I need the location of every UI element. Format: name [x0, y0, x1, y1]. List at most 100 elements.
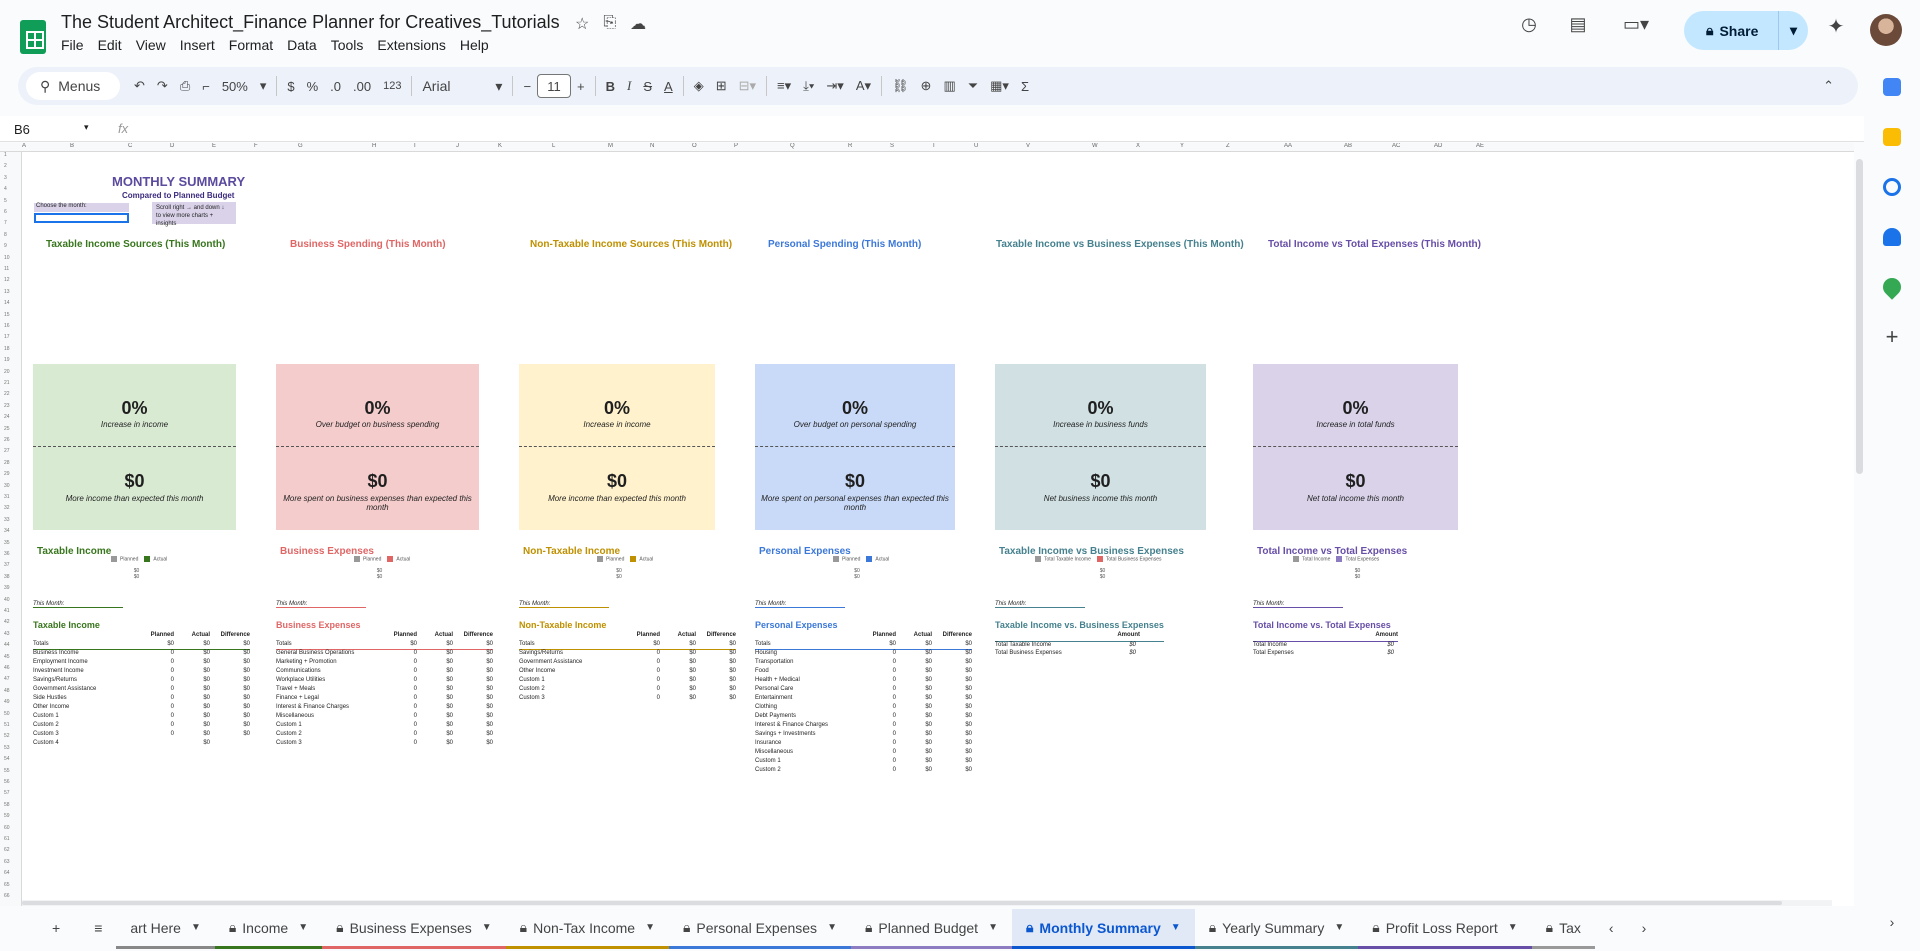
- row-header[interactable]: 47: [4, 676, 10, 682]
- row-header[interactable]: 10: [4, 255, 10, 261]
- move-folder-icon[interactable]: ⎘: [603, 14, 616, 34]
- row-header[interactable]: 64: [4, 870, 10, 876]
- add-sheet-icon[interactable]: +: [0, 909, 80, 949]
- sheet-tab[interactable]: 🔒︎ Personal Expenses ▼: [668, 909, 851, 949]
- paint-format-icon[interactable]: ⌐: [196, 67, 216, 105]
- column-header[interactable]: S: [890, 143, 894, 149]
- menu-view[interactable]: View: [129, 37, 173, 53]
- chevron-down-icon[interactable]: ▼: [1171, 922, 1181, 933]
- row-header[interactable]: 60: [4, 825, 10, 831]
- share-dropdown-icon[interactable]: ▾: [1779, 22, 1808, 39]
- row-header[interactable]: 19: [4, 357, 10, 363]
- spreadsheet-grid[interactable]: A B C D E F G H I J K L M N O P Q R S T U V W X Y Z AA AB AC AD AE 123…: [0, 143, 1854, 906]
- expand-panel-icon[interactable]: ›: [1883, 914, 1901, 932]
- font-size-input[interactable]: 11: [537, 74, 572, 98]
- all-sheets-icon[interactable]: ≡: [80, 909, 116, 949]
- calendar-icon[interactable]: [1883, 78, 1901, 96]
- more-formats-button[interactable]: 123: [377, 67, 407, 105]
- row-header[interactable]: 36: [4, 551, 10, 557]
- row-header[interactable]: 31: [4, 494, 10, 500]
- sheet-tab[interactable]: 🔒︎ Monthly Summary ▼: [1011, 909, 1195, 949]
- row-header[interactable]: 50: [4, 711, 10, 717]
- row-header[interactable]: 2: [4, 163, 7, 169]
- row-header[interactable]: 18: [4, 346, 10, 352]
- column-header[interactable]: AE: [1476, 143, 1484, 149]
- row-header[interactable]: 16: [4, 323, 10, 329]
- row-header[interactable]: 38: [4, 574, 10, 580]
- functions-button[interactable]: Σ: [1015, 67, 1035, 105]
- row-header[interactable]: 21: [4, 380, 10, 386]
- sheets-logo-icon[interactable]: [20, 20, 46, 54]
- row-header[interactable]: 63: [4, 859, 10, 865]
- row-header[interactable]: 25: [4, 426, 10, 432]
- row-header[interactable]: 53: [4, 745, 10, 751]
- row-header[interactable]: 7: [4, 220, 7, 226]
- share-button[interactable]: 🔒︎ Share ▾: [1684, 11, 1808, 50]
- column-header[interactable]: C: [128, 143, 132, 149]
- sheet-tab[interactable]: 🔒︎ Tax: [1531, 909, 1595, 949]
- zoom-select[interactable]: 50% ▾: [216, 67, 273, 105]
- row-header[interactable]: 61: [4, 836, 10, 842]
- column-header[interactable]: Y: [1180, 143, 1184, 149]
- row-header[interactable]: 4: [4, 186, 7, 192]
- column-header[interactable]: W: [1092, 143, 1098, 149]
- gemini-icon[interactable]: ✦: [1822, 14, 1850, 39]
- row-header[interactable]: 55: [4, 768, 10, 774]
- decrease-decimal-button[interactable]: .0: [324, 67, 347, 105]
- vertical-scrollbar[interactable]: [1855, 143, 1864, 906]
- row-header[interactable]: 30: [4, 483, 10, 489]
- row-header[interactable]: 13: [4, 289, 10, 295]
- menu-extensions[interactable]: Extensions: [370, 37, 452, 53]
- contacts-icon[interactable]: [1883, 228, 1901, 246]
- tabs-scroll-left-icon[interactable]: ‹: [1595, 909, 1628, 949]
- row-header[interactable]: 52: [4, 733, 10, 739]
- chevron-down-icon[interactable]: ▼: [1334, 922, 1344, 933]
- meet-icon[interactable]: ▭▾: [1614, 14, 1658, 35]
- italic-button[interactable]: I: [621, 67, 637, 105]
- filter-icon[interactable]: ⏷: [962, 67, 984, 105]
- row-header[interactable]: 65: [4, 882, 10, 888]
- row-header[interactable]: 45: [4, 654, 10, 660]
- column-header[interactable]: X: [1136, 143, 1140, 149]
- menu-edit[interactable]: Edit: [91, 37, 129, 53]
- currency-button[interactable]: $: [281, 67, 300, 105]
- avatar[interactable]: [1870, 14, 1902, 46]
- menu-insert[interactable]: Insert: [173, 37, 222, 53]
- increase-font-size-icon[interactable]: +: [571, 67, 591, 105]
- row-header[interactable]: 23: [4, 403, 10, 409]
- column-header[interactable]: N: [650, 143, 654, 149]
- column-header[interactable]: U: [974, 143, 978, 149]
- scroll-thumb[interactable]: [22, 901, 1782, 905]
- row-header[interactable]: 5: [4, 198, 7, 204]
- vertical-align-icon[interactable]: ⤓▾: [797, 67, 820, 105]
- column-header[interactable]: AD: [1434, 143, 1442, 149]
- borders-icon[interactable]: ⊞: [710, 67, 733, 105]
- row-header[interactable]: 15: [4, 312, 10, 318]
- row-header[interactable]: 6: [4, 209, 7, 215]
- row-header[interactable]: 66: [4, 893, 10, 899]
- tasks-icon[interactable]: [1883, 178, 1901, 196]
- insert-chart-icon[interactable]: ▥: [937, 67, 961, 105]
- row-header[interactable]: 28: [4, 460, 10, 466]
- chevron-down-icon[interactable]: ▼: [827, 922, 837, 933]
- row-header[interactable]: 11: [4, 266, 9, 272]
- row-header[interactable]: 9: [4, 243, 7, 249]
- menu-data[interactable]: Data: [280, 37, 324, 53]
- scroll-thumb[interactable]: [1856, 159, 1863, 474]
- column-header[interactable]: T: [932, 143, 936, 149]
- column-header[interactable]: L: [552, 143, 555, 149]
- menu-file[interactable]: File: [54, 37, 91, 53]
- column-header[interactable]: M: [608, 143, 613, 149]
- column-header[interactable]: A: [22, 143, 26, 149]
- row-header[interactable]: 35: [4, 540, 10, 546]
- keep-icon[interactable]: [1883, 128, 1901, 146]
- star-icon[interactable]: ☆: [575, 14, 589, 34]
- column-header[interactable]: D: [170, 143, 174, 149]
- sheet-tab[interactable]: 🔒︎ Business Expenses ▼: [322, 909, 506, 949]
- column-header[interactable]: P: [734, 143, 738, 149]
- row-header[interactable]: 43: [4, 631, 10, 637]
- comments-icon[interactable]: ▤: [1564, 14, 1592, 35]
- row-header[interactable]: 40: [4, 597, 10, 603]
- chevron-down-icon[interactable]: ▼: [1508, 922, 1518, 933]
- row-header[interactable]: 1: [4, 152, 7, 158]
